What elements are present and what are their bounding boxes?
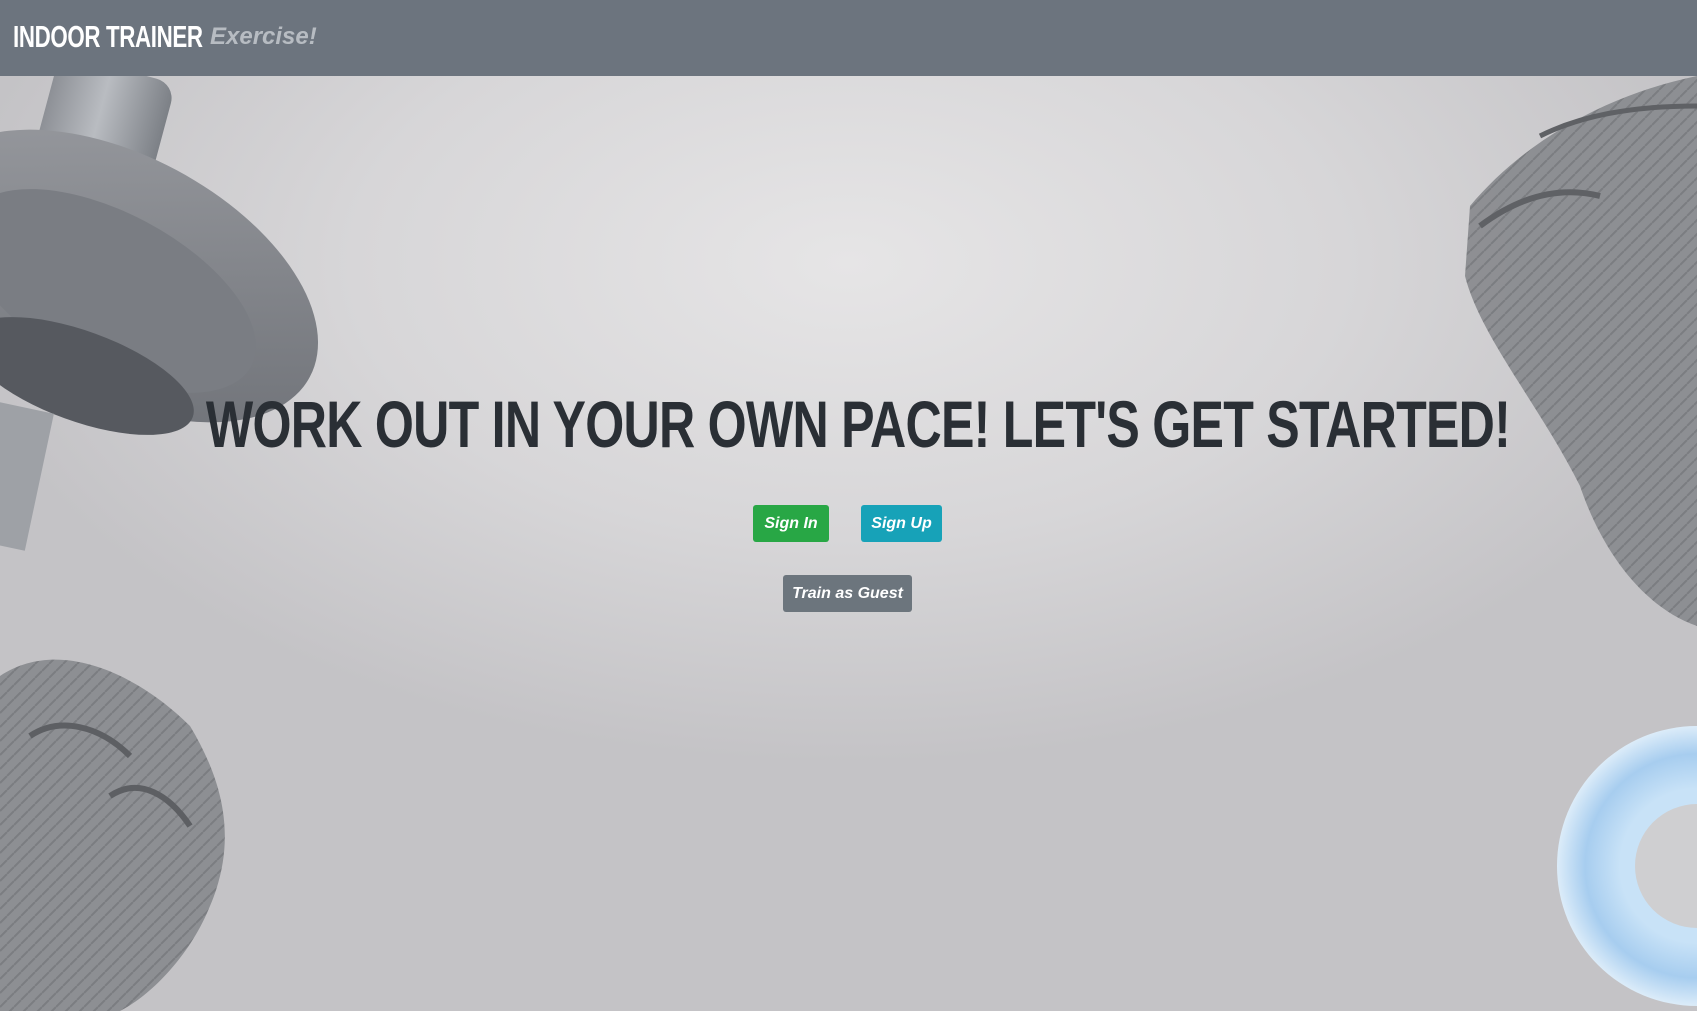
hero-headline: WORK OUT IN YOUR OWN PACE! LET'S GET STA… [205,387,1511,461]
navbar: INDOOR TRAINER Exercise! [0,0,1697,76]
hero-section: WORK OUT IN YOUR OWN PACE! LET'S GET STA… [0,76,1697,1011]
train-as-guest-button[interactable]: Train as Guest [783,575,912,612]
dumbbell-image [0,76,319,551]
brand-logo[interactable]: INDOOR TRAINER [13,18,203,56]
background-photo [0,76,1697,1011]
glove-image [1465,76,1697,626]
glove-image [0,659,225,1011]
ring-image [1557,726,1697,1006]
sign-up-button[interactable]: Sign Up [861,505,942,542]
landing-page: INDOOR TRAINER Exercise! WORK OUT IN YOU… [0,0,1697,1011]
nav-link-exercise[interactable]: Exercise! [210,22,317,52]
sign-in-button[interactable]: Sign In [753,505,829,542]
